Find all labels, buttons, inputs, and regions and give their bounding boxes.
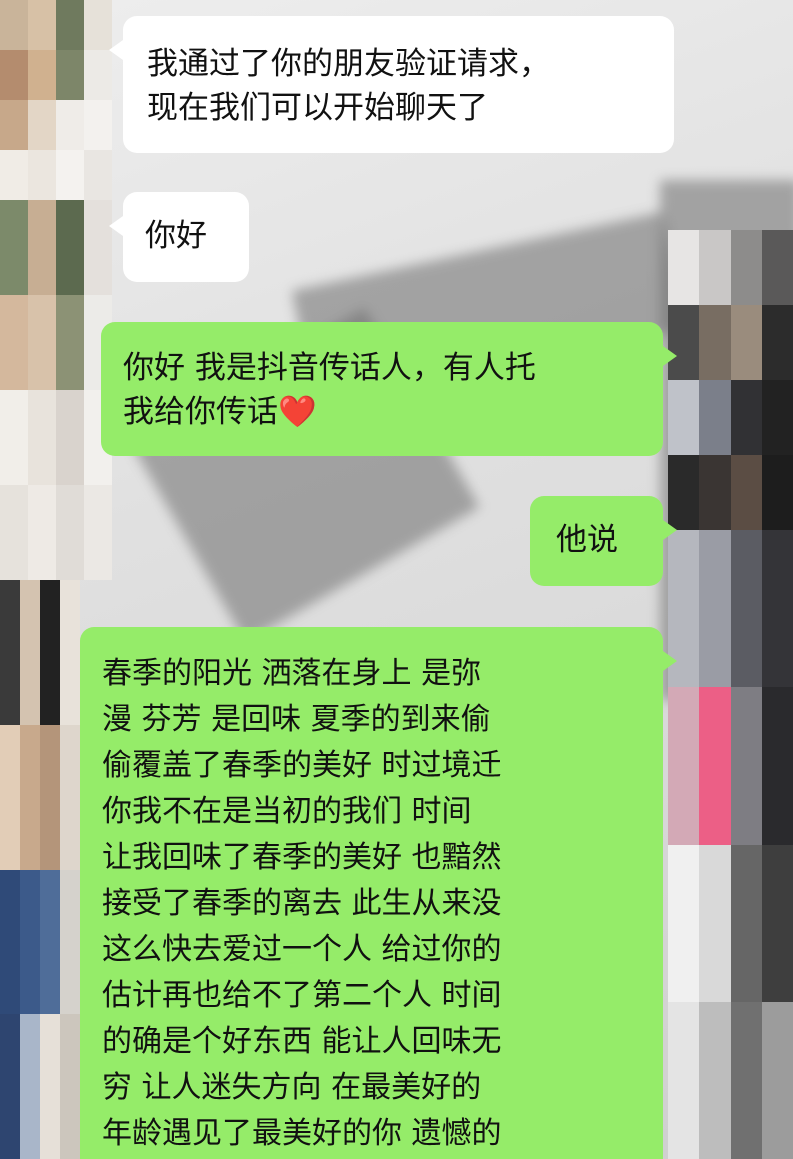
message-text: 你好 [145, 218, 207, 254]
outgoing-message-bubble[interactable]: 春季的阳光 洒落在身上 是弥 漫 芬芳 是回味 夏季的到来偷 偷覆盖了春季的美好… [80, 627, 677, 1159]
message-text: 漫 芬芳 是回味 夏季的到来偷 [102, 702, 491, 737]
heart-emoji-icon: ❤️ [278, 394, 317, 430]
message-text: 年龄遇见了最美好的你 遗憾的 [102, 1116, 502, 1151]
outgoing-message-bubble[interactable]: 他说 [530, 496, 677, 586]
outgoing-message-bubble[interactable]: 你好 我是抖音传话人，有人托 我给你传话❤️ [101, 322, 677, 456]
message-text: 春季的阳光 洒落在身上 是弥 [102, 656, 482, 691]
pixelated-avatar-icon [0, 200, 112, 580]
pixelated-avatar-icon [668, 230, 793, 530]
message-text: 接受了春季的离去 此生从来没 [102, 886, 502, 921]
message-text: 的确是个好东西 能让人回味无 [102, 1024, 502, 1059]
pixelated-avatar-icon [668, 530, 793, 1159]
incoming-message-bubble[interactable]: 你好 [109, 192, 249, 282]
message-text: 我通过了你的朋友验证请求， [147, 46, 550, 82]
message-line: 我给你传话❤️ [123, 390, 641, 434]
message-text: 偷覆盖了春季的美好 时过境迁 [102, 748, 502, 783]
chat-screen: 我通过了你的朋友验证请求， 现在我们可以开始聊天了 你好 你好 我是抖音传话人，… [0, 0, 793, 1159]
message-text: 你好 我是抖音传话人，有人托 [123, 350, 536, 386]
message-text: 他说 [556, 522, 618, 558]
message-text: 现在我们可以开始聊天了 [147, 90, 488, 126]
pixelated-avatar-icon [0, 0, 112, 200]
message-text: 让我回味了春季的美好 也黯然 [102, 840, 502, 875]
message-text: 估计再也给不了第二个人 时间 [102, 978, 502, 1013]
message-text: 这么快去爱过一个人 给过你的 [102, 932, 502, 967]
message-text: 你我不在是当初的我们 时间 [102, 794, 472, 829]
pixelated-avatar-icon [0, 580, 80, 1159]
incoming-message-bubble[interactable]: 我通过了你的朋友验证请求， 现在我们可以开始聊天了 [109, 16, 674, 153]
message-text: 穷 让人迷失方向 在最美好的 [102, 1070, 482, 1105]
message-text: 我给你传话 [123, 394, 278, 430]
